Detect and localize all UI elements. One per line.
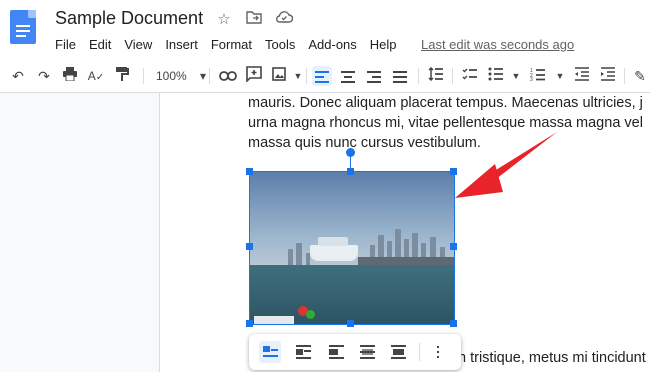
text-line: urna magna rhoncus mi, vitae pellentesqu…: [248, 115, 643, 131]
resize-handle-w[interactable]: [246, 243, 253, 250]
move-to-folder-icon[interactable]: [245, 10, 263, 28]
numbered-list-icon[interactable]: 123: [528, 66, 548, 86]
menu-file[interactable]: File: [55, 37, 76, 52]
checklist-icon[interactable]: [460, 66, 480, 86]
last-edit-link[interactable]: Last edit was seconds ago: [421, 37, 574, 52]
image-shore: [358, 257, 454, 265]
menu-add-ons[interactable]: Add-ons: [308, 37, 356, 52]
menu-format[interactable]: Format: [211, 37, 252, 52]
toolbar: ↶ ↷ A✓ 100% ▾ ▼ ▼ 123 ▼ ✎: [0, 60, 650, 93]
chevron-down-icon: ▾: [200, 69, 207, 83]
in-front-of-text-icon[interactable]: [387, 341, 409, 363]
resize-handle-e[interactable]: [450, 243, 457, 250]
undo-icon[interactable]: ↶: [8, 66, 28, 86]
menu-help[interactable]: Help: [370, 37, 397, 52]
text-line-after-image: n tristique, metus mi tincidunt: [458, 350, 646, 366]
zoom-select[interactable]: 100% ▾: [156, 66, 206, 86]
decrease-indent-icon[interactable]: [572, 66, 592, 86]
break-text-icon[interactable]: [325, 341, 347, 363]
link-icon[interactable]: [218, 66, 238, 86]
red-arrow-icon: [455, 132, 557, 198]
rotate-handle[interactable]: [346, 148, 355, 157]
chevron-down-icon[interactable]: ▼: [506, 66, 526, 86]
separator: [418, 68, 419, 84]
insert-image-icon[interactable]: [270, 66, 290, 86]
document-title[interactable]: Sample Document: [55, 8, 203, 29]
separator: [209, 68, 210, 84]
image-options-toolbar: [249, 334, 461, 370]
svg-text:3: 3: [530, 77, 533, 81]
bulleted-list-icon[interactable]: [486, 66, 506, 86]
spellcheck-icon[interactable]: A✓: [86, 66, 106, 86]
wrap-text-icon[interactable]: [292, 341, 314, 363]
image-building: [296, 243, 302, 265]
header: Sample Document ☆ File Edit View Insert …: [0, 0, 650, 60]
paint-format-icon[interactable]: [112, 66, 132, 86]
editing-mode-pencil-icon[interactable]: ✎: [630, 66, 650, 86]
separator: [624, 68, 625, 84]
resize-handle-n[interactable]: [347, 168, 354, 175]
left-gutter: [0, 93, 158, 372]
zoom-value: 100%: [156, 69, 187, 83]
separator: [306, 68, 307, 84]
chevron-down-icon[interactable]: ▼: [288, 66, 308, 86]
line-spacing-icon[interactable]: [426, 66, 446, 86]
docs-logo-icon[interactable]: [10, 10, 36, 44]
menu-insert[interactable]: Insert: [165, 37, 198, 52]
text-line: massa quis nunc cursus vestibulum.: [248, 135, 481, 151]
resize-handle-s[interactable]: [347, 320, 354, 327]
title-actions: ☆: [215, 10, 294, 28]
menu-edit[interactable]: Edit: [89, 37, 111, 52]
behind-text-icon[interactable]: [356, 341, 378, 363]
selected-image[interactable]: [249, 171, 455, 325]
justify-icon[interactable]: [390, 66, 410, 86]
text-line: mauris. Donec aliquam placerat tempus. M…: [248, 95, 643, 111]
image-building: [288, 249, 293, 265]
resize-handle-se[interactable]: [450, 320, 457, 327]
star-icon[interactable]: ☆: [215, 10, 233, 28]
resize-handle-sw[interactable]: [246, 320, 253, 327]
align-left-icon[interactable]: [312, 66, 332, 86]
align-right-icon[interactable]: [364, 66, 384, 86]
more-options-icon[interactable]: [427, 341, 449, 363]
paragraph-text: mauris. Donec aliquam placerat tempus. M…: [248, 93, 643, 153]
increase-indent-icon[interactable]: [598, 66, 618, 86]
image-cruise-ship: [310, 237, 358, 261]
image-boat-deck: [254, 316, 294, 324]
separator: [452, 68, 453, 84]
menu-view[interactable]: View: [124, 37, 152, 52]
menu-tools[interactable]: Tools: [265, 37, 295, 52]
redo-icon[interactable]: ↷: [34, 66, 54, 86]
separator: [143, 68, 144, 84]
print-icon[interactable]: [60, 66, 80, 86]
resize-handle-nw[interactable]: [246, 168, 253, 175]
cloud-status-icon[interactable]: [275, 10, 294, 28]
align-center-icon[interactable]: [338, 66, 358, 86]
image-balloon: [306, 310, 315, 319]
menu-bar: File Edit View Insert Format Tools Add-o…: [55, 37, 410, 52]
in-line-icon[interactable]: [259, 341, 281, 363]
separator: [419, 343, 420, 361]
chevron-down-icon[interactable]: ▼: [550, 66, 570, 86]
add-comment-icon[interactable]: [244, 66, 264, 86]
